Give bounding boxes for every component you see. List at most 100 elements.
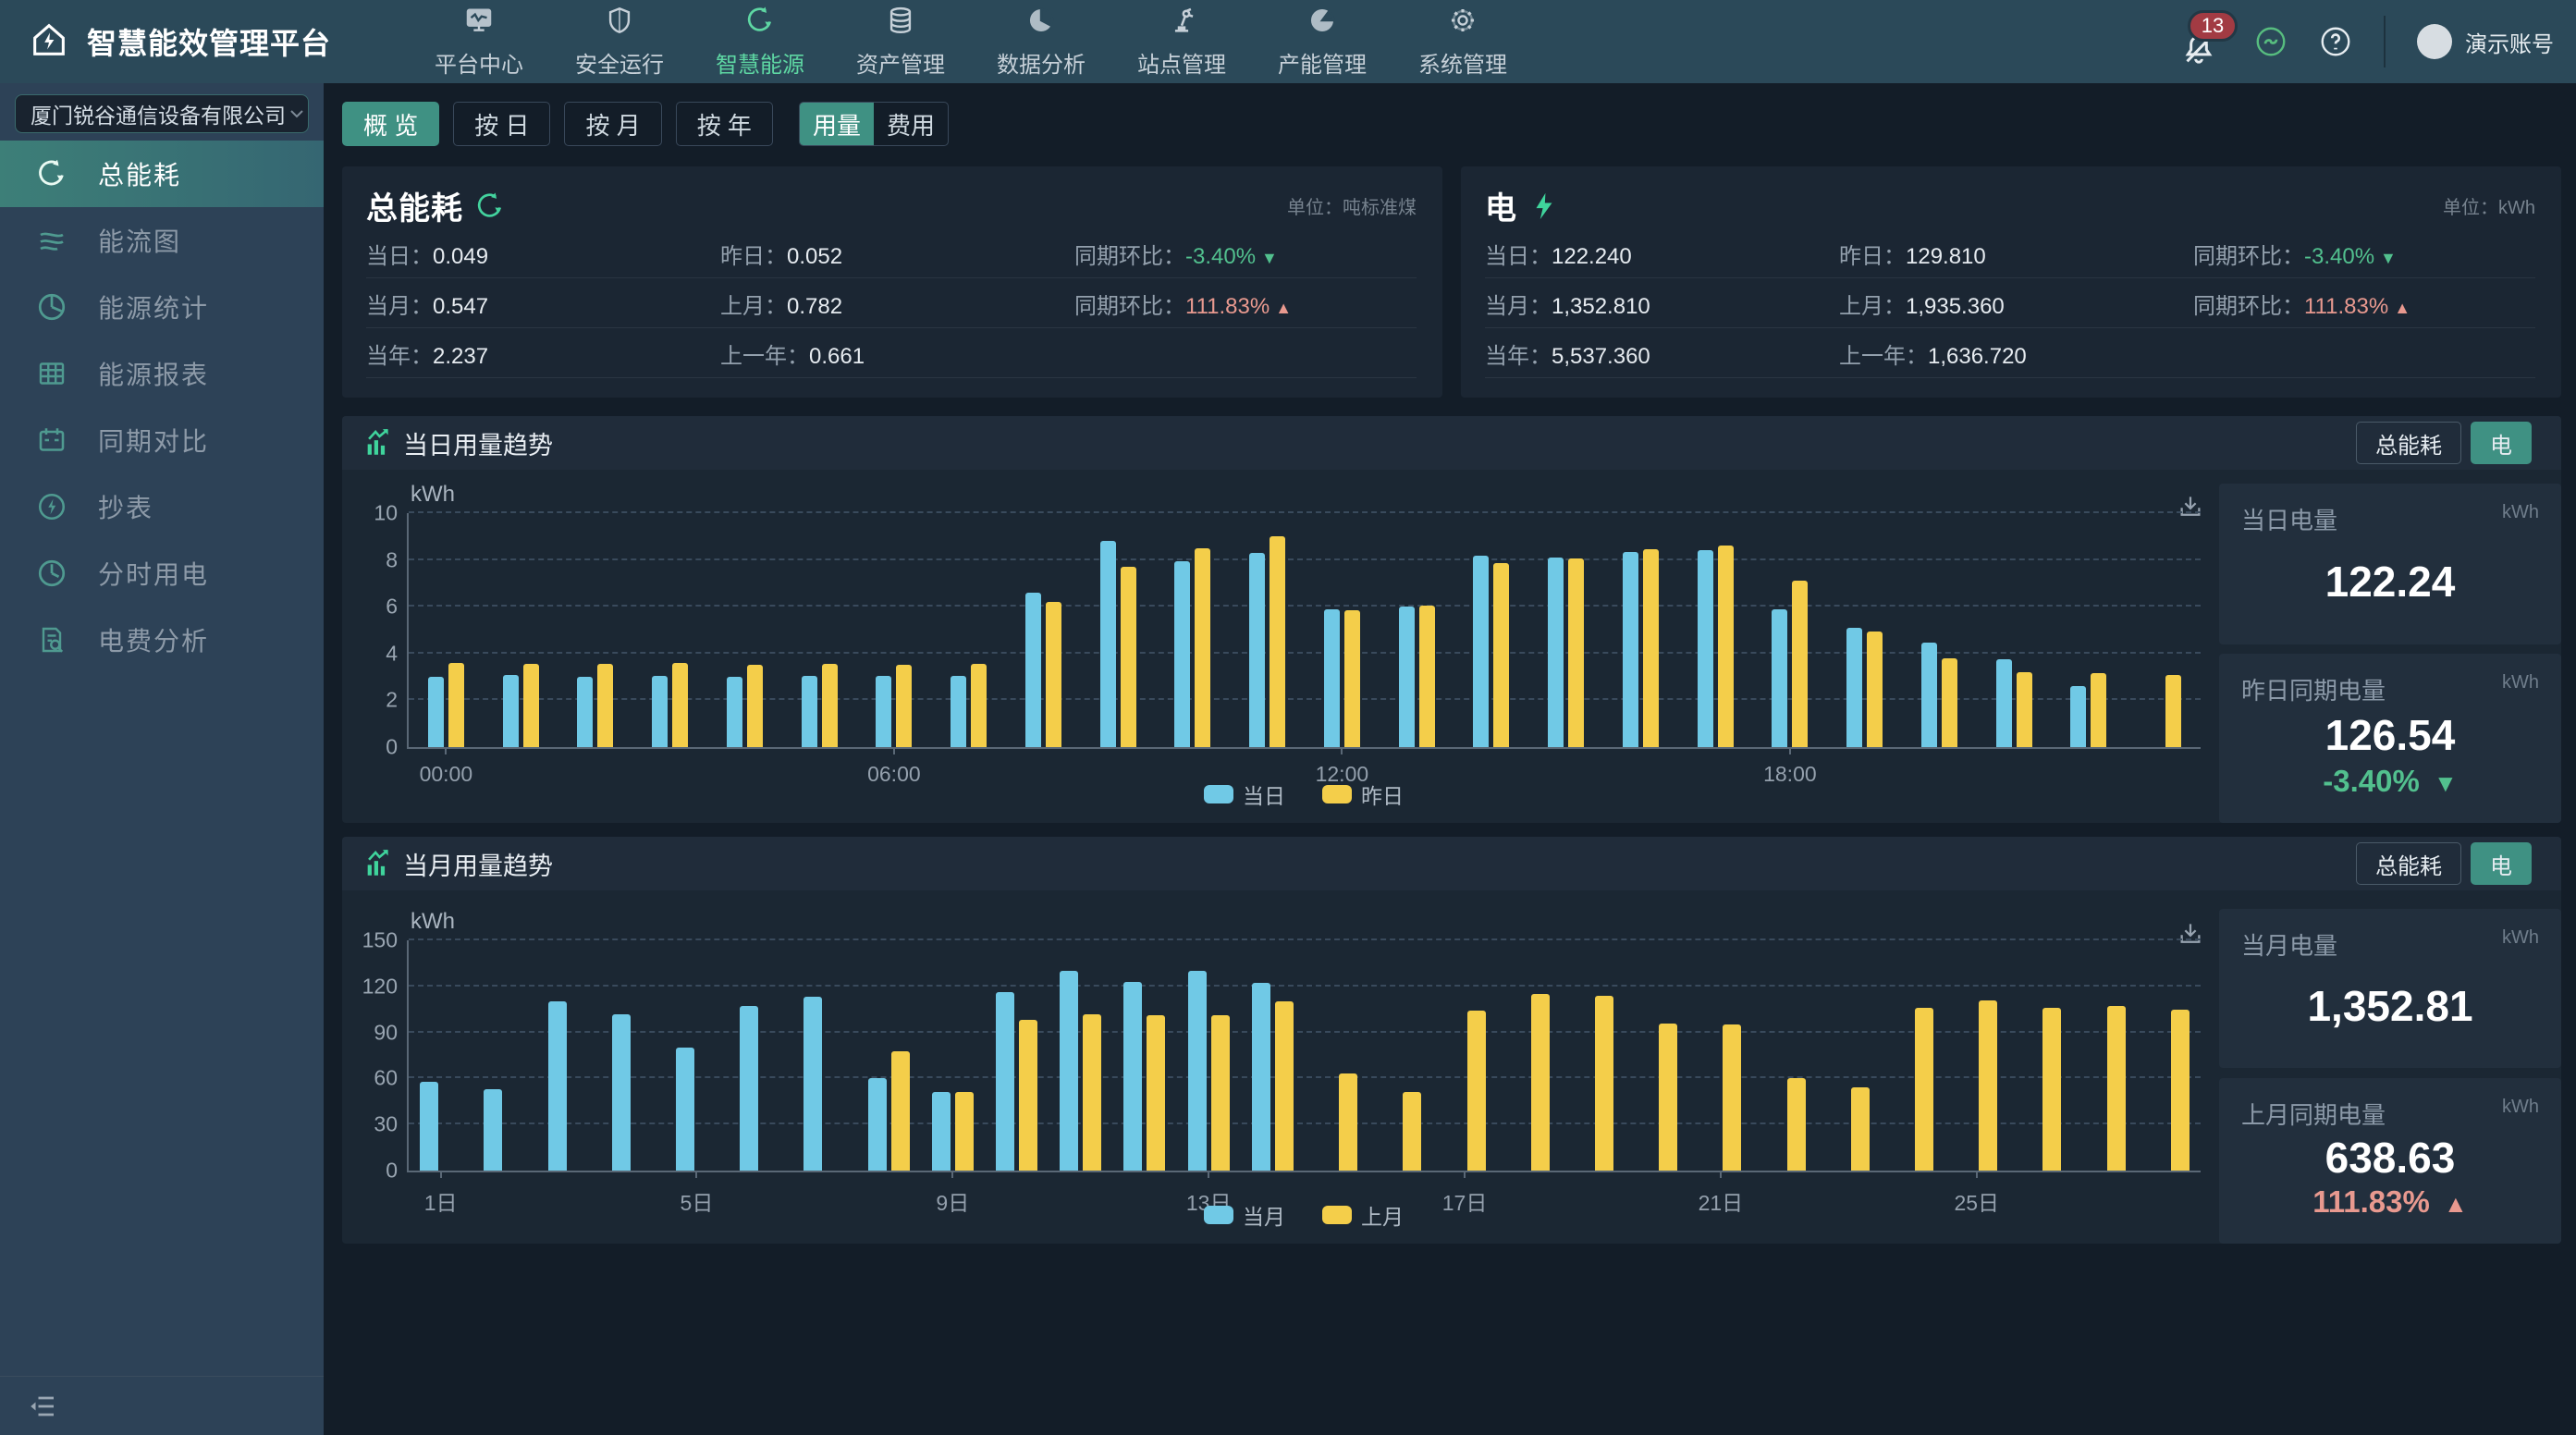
bar [672, 663, 688, 747]
monthly-total-energy-button[interactable]: 总能耗 [2356, 842, 2461, 885]
app-title: 智慧能效管理平台 [87, 20, 331, 63]
panel-value: 638.63 [2241, 1133, 2539, 1183]
legend-item-this-month[interactable]: 当月 [1204, 1199, 1285, 1231]
bar-group [1944, 940, 2008, 1171]
bar [503, 675, 519, 747]
company-select[interactable]: 厦门锐谷通信设备有限公司 [15, 94, 309, 133]
change-value: -3.40% [1185, 244, 1256, 269]
bill-search-icon [35, 623, 68, 656]
bar [548, 1001, 567, 1171]
sidebar-item-label: 分时用电 [98, 555, 209, 592]
legend-item-yesterday[interactable]: 昨日 [1322, 779, 1404, 810]
bar-group [2137, 940, 2201, 1171]
house-bolt-logo-icon [28, 18, 70, 66]
sidebar-item-total-energy[interactable]: 总能耗 [0, 141, 324, 207]
sidebar-item-label: 能源报表 [98, 355, 209, 392]
stat-value: 0.547 [433, 294, 488, 319]
nav-item-site-management[interactable]: 站点管理 [1137, 5, 1226, 79]
toggle-cost[interactable]: 费用 [874, 103, 948, 145]
stat-label: 同期环比： [2193, 244, 2304, 269]
tab-by-year[interactable]: 按 年 [676, 102, 773, 146]
stat-label: 当月： [1485, 294, 1552, 319]
help-button[interactable] [2319, 25, 2352, 58]
section-header: 当日用量趋势 总能耗 电 [342, 416, 2561, 470]
bar [1548, 558, 1564, 747]
sidebar-item-time-of-use[interactable]: 分时用电 [0, 540, 324, 607]
bar [803, 997, 822, 1171]
daily-bar-plot: kWh 024681000:0006:0012:0018:00 [407, 513, 2201, 749]
bar [484, 1089, 502, 1171]
month-energy-panel: 当月电量 kWh 1,352.81 [2219, 909, 2561, 1068]
bar-group [1497, 940, 1561, 1171]
card-unit: 单位：吨标准煤 [1287, 192, 1417, 219]
bar [1473, 556, 1489, 747]
bar-group [1678, 513, 1753, 747]
tab-by-day[interactable]: 按 日 [453, 102, 550, 146]
bar [1123, 982, 1142, 1171]
bolt-circle-icon [35, 490, 68, 523]
bar [1531, 994, 1550, 1171]
stat-label: 上一年： [720, 344, 809, 369]
bar [1211, 1015, 1230, 1171]
legend-item-last-month[interactable]: 上月 [1322, 1199, 1404, 1231]
bar [1324, 609, 1340, 747]
sidebar-item-meter-reading[interactable]: 抄表 [0, 473, 324, 540]
nav-label: 智慧能源 [716, 46, 804, 79]
nav-label: 站点管理 [1137, 46, 1226, 79]
pie-clock-icon [35, 290, 68, 324]
daily-electricity-button[interactable]: 电 [2471, 422, 2532, 464]
toggle-usage[interactable]: 用量 [800, 103, 874, 145]
collapse-sidebar-button[interactable] [26, 1390, 59, 1423]
legend-item-today[interactable]: 当日 [1204, 779, 1285, 810]
stat-row: 当月：1,352.810 上月：1,935.360 同期环比：111.83%▲ [1485, 279, 2535, 328]
notifications-button[interactable]: 13 [2180, 14, 2223, 69]
bar [1419, 606, 1435, 747]
bar [951, 676, 966, 747]
toolbar: 概 览 按 日 按 月 按 年 用量 费用 [342, 102, 2561, 146]
nav-label: 平台中心 [435, 46, 523, 79]
change-value: -3.40% [2323, 764, 2420, 798]
stat-value: 0.661 [809, 344, 865, 369]
sidebar-item-period-compare[interactable]: 同期对比 [0, 407, 324, 473]
monthly-electricity-button[interactable]: 电 [2471, 842, 2532, 885]
tab-by-month[interactable]: 按 月 [564, 102, 661, 146]
panel-value: 1,352.81 [2241, 981, 2539, 1031]
sidebar-item-energy-stats[interactable]: 能源统计 [0, 274, 324, 340]
sidebar-item-energy-report[interactable]: 能源报表 [0, 340, 324, 407]
y-axis-unit: kWh [411, 482, 455, 508]
avatar [2417, 24, 2452, 59]
bar-group [1561, 940, 1625, 1171]
bar [2171, 1010, 2190, 1171]
nav-item-asset-management[interactable]: 资产管理 [856, 5, 945, 79]
user-menu[interactable]: 演示账号 [2417, 24, 2554, 59]
shield-icon [604, 5, 635, 41]
stat-label: 同期环比： [1074, 294, 1185, 319]
x-tick-mark [1789, 747, 1791, 754]
tab-overview[interactable]: 概 览 [342, 102, 439, 146]
bar-group [1625, 940, 1688, 1171]
nav-item-safe-operation[interactable]: 安全运行 [575, 5, 664, 79]
nav-item-platform-center[interactable]: 平台中心 [435, 5, 523, 79]
nav-item-capacity-management[interactable]: 产能管理 [1278, 5, 1367, 79]
bar-group [1528, 513, 1603, 747]
bar-group [1432, 940, 1496, 1171]
stat-label: 当年： [366, 344, 433, 369]
bar-group [409, 513, 484, 747]
link-loop-button[interactable] [2254, 25, 2288, 58]
bar-group [1081, 513, 1156, 747]
nav-item-system-management[interactable]: 系统管理 [1418, 5, 1507, 79]
nav-item-data-analysis[interactable]: 数据分析 [997, 5, 1086, 79]
top-nav: 智慧能效管理平台 平台中心 安全运行 [0, 0, 2576, 83]
bar-group [707, 513, 782, 747]
sidebar-item-label: 同期对比 [98, 422, 209, 459]
sidebar-item-energy-flow[interactable]: 能流图 [0, 207, 324, 274]
daily-total-energy-button[interactable]: 总能耗 [2356, 422, 2461, 464]
stat-row: 当日：0.049 昨日：0.052 同期环比：-3.40%▼ [366, 229, 1417, 278]
stat-label: 上月： [1839, 294, 1906, 319]
bar-group [857, 513, 932, 747]
sidebar-item-tariff-analysis[interactable]: 电费分析 [0, 607, 324, 673]
bar-group [484, 513, 558, 747]
stat-value: 1,636.720 [1928, 344, 2027, 369]
card-title: 电 [1485, 183, 1517, 228]
nav-item-smart-energy[interactable]: 智慧能源 [716, 5, 804, 79]
